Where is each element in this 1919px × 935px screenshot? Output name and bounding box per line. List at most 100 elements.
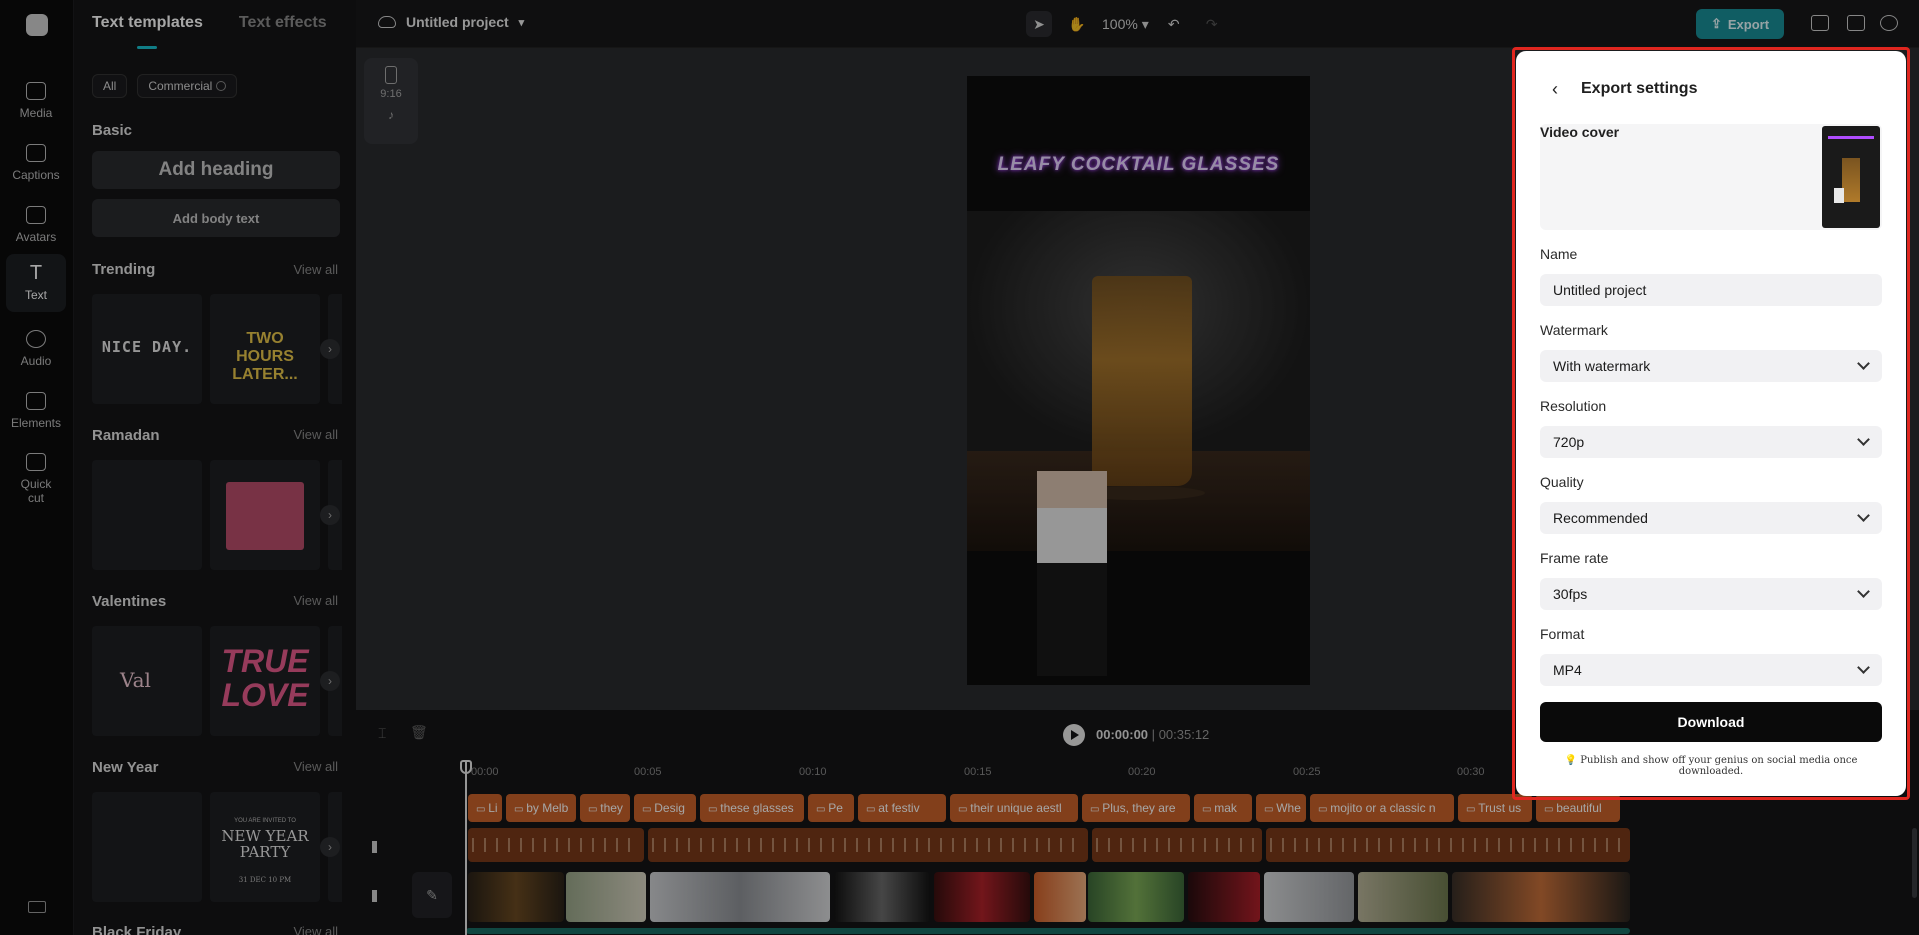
caption-clip[interactable]: Whe [1256,794,1306,822]
add-body-text-button[interactable]: Add body text [92,199,340,237]
video-clip[interactable] [650,872,830,922]
template-thumb[interactable] [92,460,202,570]
video-clip[interactable] [1188,872,1260,922]
hand-tool-icon[interactable]: ✋ [1064,11,1090,37]
watermark-select[interactable]: With watermark [1540,350,1882,382]
video-clip[interactable] [934,872,1030,922]
trending-view-all-link[interactable]: View all [293,262,338,277]
rail-item-quick-cut[interactable]: Quick cut [6,448,66,510]
caption-clip[interactable]: by Melb [506,794,576,822]
timeline-scrollbar[interactable] [1912,828,1917,898]
undo-icon[interactable]: ↶ [1161,11,1187,37]
caption-clip[interactable]: mojito or a classic n [1310,794,1454,822]
template-thumb[interactable] [210,460,320,570]
caption-clip[interactable]: Li [468,794,502,822]
captions-icon [26,144,46,162]
left-rail: Media Captions Avatars T Text Audio Eleme… [0,0,74,935]
top-bar: Untitled project ▾ ➤ ✋ 100% ▾ ↶ ↷ ⇪ Expor… [356,0,1919,48]
caption-clip[interactable]: Trust us [1458,794,1532,822]
resolution-select[interactable]: 720p [1540,426,1882,458]
ramadan-view-all-link[interactable]: View all [293,427,338,442]
zoom-dropdown[interactable]: 100% ▾ [1102,16,1149,33]
timecode: 00:00:00 | 00:35:12 [1096,727,1210,742]
video-clip[interactable] [1088,872,1184,922]
template-thumb[interactable] [92,792,202,902]
template-thumb[interactable]: NICE DAY. [92,294,202,404]
template-thumb[interactable]: TRUE LOVE [210,626,320,736]
template-thumb[interactable]: TWO HOURS LATER... [210,294,320,404]
filter-commercial[interactable]: Commercial [137,74,238,98]
video-clip[interactable] [834,872,930,922]
section-black-friday-title: Black Friday [92,924,182,935]
video-clip[interactable] [1264,872,1354,922]
valentines-next-arrow[interactable]: › [320,671,340,691]
export-button[interactable]: ⇪ Export [1696,9,1784,39]
rail-item-captions[interactable]: Captions [6,134,66,192]
caption-clip[interactable]: these glasses [700,794,804,822]
template-thumb[interactable]: Val [92,626,202,736]
video-clip[interactable] [1358,872,1448,922]
caption-clip[interactable]: Desig [634,794,696,822]
caption-clip[interactable]: at festiv [858,794,946,822]
black-friday-view-all-link[interactable]: View all [293,924,338,935]
avatar-clip[interactable] [648,828,1088,862]
video-clip[interactable] [566,872,646,922]
template-thumb[interactable]: YOU ARE INVITED TO NEW YEAR PARTY 31 DEC… [210,792,320,902]
name-label: Name [1540,246,1578,262]
new-year-view-all-link[interactable]: View all [293,759,338,774]
video-clip[interactable] [1452,872,1630,922]
frame-rate-select[interactable]: 30fps [1540,578,1882,610]
layers-icon[interactable] [1811,15,1829,31]
caption-clip[interactable]: Plus, they are [1082,794,1190,822]
edit-pencil-icon[interactable]: ✎ [412,872,452,918]
tab-text-templates[interactable]: Text templates [92,14,203,32]
active-tab-indicator [137,46,157,49]
delete-icon[interactable]: 🗑 [410,724,428,741]
dialog-title: Export settings [1581,80,1698,97]
avatar-clip[interactable] [1266,828,1630,862]
rail-item-audio[interactable]: Audio [6,320,66,378]
avatar-clip[interactable] [468,828,644,862]
playhead[interactable] [465,760,467,935]
caption-clip[interactable]: beautiful [1536,794,1620,822]
avatar-clip[interactable] [1092,828,1262,862]
split-icon[interactable]: ⌶ [378,725,386,742]
app-logo-icon[interactable] [26,14,48,36]
caption-clip[interactable]: Pe [808,794,854,822]
play-button[interactable] [1063,724,1085,746]
keyboard-shortcuts-icon[interactable] [28,901,46,913]
format-select[interactable]: MP4 [1540,654,1882,686]
quality-select[interactable]: Recommended [1540,502,1882,534]
video-clip[interactable] [468,872,564,922]
layout-icon[interactable] [1847,15,1865,31]
publish-tip: 💡 Publish and show off your genius on so… [1564,755,1858,777]
rail-item-avatars[interactable]: Avatars [6,196,66,254]
section-valentines-title: Valentines [92,593,167,610]
video-clip[interactable] [1034,872,1086,922]
select-tool-icon[interactable]: ➤ [1026,11,1052,37]
speaker-icon[interactable] [372,841,388,853]
rail-item-media[interactable]: Media [6,72,66,130]
name-input[interactable]: Untitled project [1540,274,1882,306]
download-button[interactable]: Download [1540,702,1882,742]
new-year-next-arrow[interactable]: › [320,837,340,857]
settings-gear-icon[interactable] [1880,15,1898,31]
project-name-dropdown[interactable]: Untitled project ▾ [378,14,524,30]
filter-all[interactable]: All [92,74,128,98]
aspect-ratio-selector[interactable]: 9:16 ♪ [364,58,418,144]
add-heading-button[interactable]: Add heading [92,151,340,189]
video-preview[interactable]: LEAFY COCKTAIL GLASSES [967,76,1310,685]
rail-item-elements[interactable]: Elements [6,382,66,440]
redo-icon[interactable]: ↷ [1199,11,1225,37]
video-cover-thumbnail[interactable] [1822,126,1880,228]
rail-item-text[interactable]: T Text [6,254,66,312]
speaker-icon[interactable] [372,890,388,902]
back-arrow-icon[interactable]: ‹ [1552,80,1568,98]
trending-next-arrow[interactable]: › [320,339,340,359]
tab-text-effects[interactable]: Text effects [239,14,327,32]
caption-clip[interactable]: they [580,794,630,822]
caption-clip[interactable]: mak [1194,794,1252,822]
ramadan-next-arrow[interactable]: › [320,505,340,525]
valentines-view-all-link[interactable]: View all [293,593,338,608]
caption-clip[interactable]: their unique aestl [950,794,1078,822]
